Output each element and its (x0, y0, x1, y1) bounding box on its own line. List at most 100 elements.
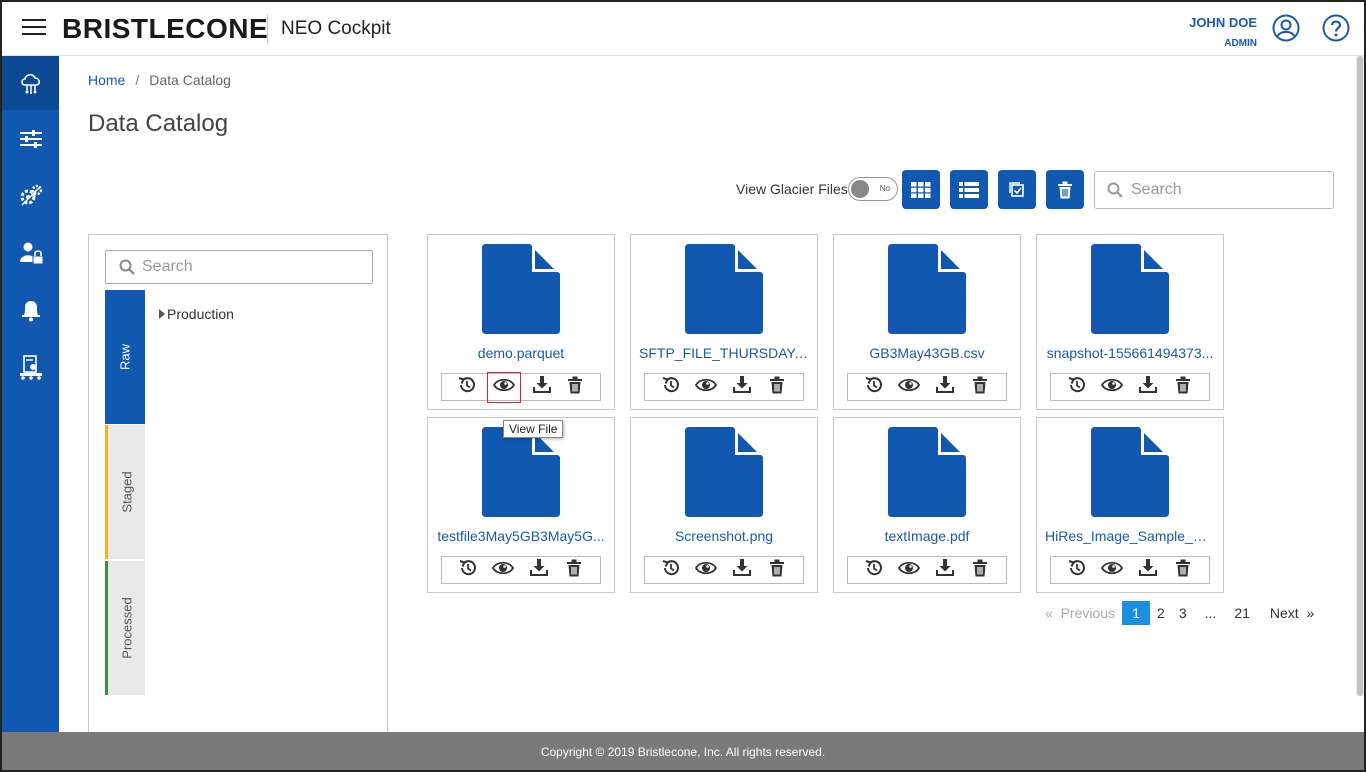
version-history-button[interactable] (1065, 558, 1089, 582)
list-icon (959, 181, 979, 198)
page-2[interactable]: 2 (1150, 601, 1172, 625)
page-1[interactable]: 1 (1122, 601, 1151, 625)
download-icon (732, 558, 752, 583)
version-history-button[interactable] (862, 558, 886, 582)
previous-label: Previous (1060, 605, 1116, 621)
view-file-button[interactable] (491, 558, 515, 582)
delete-file-button[interactable] (968, 375, 992, 399)
sidebar-item-user-management[interactable] (2, 226, 59, 280)
sidebar-item-configuration[interactable] (2, 169, 59, 223)
select-all-button[interactable] (998, 170, 1036, 209)
delete-file-button[interactable] (1171, 375, 1195, 399)
glacier-files-toggle[interactable]: No (848, 177, 898, 201)
grid-view-button[interactable] (902, 170, 940, 209)
file-icon[interactable] (888, 244, 966, 334)
pagination-previous[interactable]: « Previous (1038, 601, 1122, 625)
delete-file-button[interactable] (562, 558, 586, 582)
file-icon[interactable] (1091, 427, 1169, 517)
download-icon (935, 375, 955, 400)
download-file-button[interactable] (530, 375, 554, 399)
version-history-button[interactable] (456, 558, 480, 582)
download-file-button[interactable] (730, 558, 754, 582)
file-icon[interactable] (1091, 244, 1169, 334)
tree-search (105, 250, 373, 284)
history-icon (864, 558, 884, 583)
sidebar-item-notifications[interactable] (2, 283, 59, 337)
file-name[interactable]: Screenshot.png (639, 528, 809, 544)
sidebar-item-data-lake[interactable] (2, 56, 59, 110)
file-card[interactable]: SFTP_FILE_THURSDAY.csv (630, 234, 818, 410)
eye-icon (493, 377, 516, 398)
sidebar-item-processing[interactable] (2, 340, 59, 394)
tab-staged[interactable]: Staged (105, 425, 145, 559)
download-file-button[interactable] (933, 558, 957, 582)
file-name[interactable]: testfile3May5GB3May5G... (436, 528, 606, 544)
download-file-button[interactable] (933, 375, 957, 399)
delete-file-button[interactable] (968, 558, 992, 582)
file-name[interactable]: SFTP_FILE_THURSDAY.csv (639, 345, 809, 361)
vertical-scrollbar[interactable] (1356, 56, 1364, 696)
history-icon (1067, 375, 1087, 400)
page-3[interactable]: 3 (1172, 601, 1194, 625)
delete-file-button[interactable] (765, 375, 789, 399)
delete-file-button[interactable] (563, 375, 587, 399)
user-avatar-icon[interactable] (1272, 14, 1300, 42)
version-history-button[interactable] (659, 375, 683, 399)
menu-icon[interactable] (22, 19, 46, 37)
file-card[interactable]: textImage.pdf (833, 417, 1021, 593)
delete-file-button[interactable] (1171, 558, 1195, 582)
view-file-button[interactable] (487, 371, 522, 403)
file-card[interactable]: Screenshot.png (630, 417, 818, 593)
brand-logo[interactable]: BRISTLECONE (62, 13, 268, 45)
file-icon[interactable] (888, 427, 966, 517)
file-name[interactable]: snapshot-155661494373... (1045, 345, 1215, 361)
file-name[interactable]: demo.parquet (436, 345, 606, 361)
download-file-button[interactable] (1136, 375, 1160, 399)
view-file-button[interactable] (694, 375, 718, 399)
file-icon[interactable] (482, 427, 560, 517)
tree-search-input[interactable] (142, 258, 362, 276)
version-history-button[interactable] (659, 558, 683, 582)
file-card[interactable]: testfile3May5GB3May5G... (427, 417, 615, 593)
view-file-button[interactable] (1100, 375, 1124, 399)
help-icon[interactable] (1322, 14, 1350, 42)
file-card[interactable]: HiRes_Image_Sample_PD... (1036, 417, 1224, 593)
file-icon[interactable] (482, 244, 560, 334)
view-file-button[interactable] (897, 558, 921, 582)
view-file-button[interactable] (1100, 558, 1124, 582)
file-icon[interactable] (685, 427, 763, 517)
file-card[interactable]: GB3May43GB.csv (833, 234, 1021, 410)
file-card[interactable]: demo.parquet (427, 234, 615, 410)
user-name[interactable]: JOHN DOE (1189, 15, 1257, 30)
list-view-button[interactable] (950, 170, 988, 209)
tree-node-production[interactable]: Production (159, 306, 234, 322)
download-file-button[interactable] (1136, 558, 1160, 582)
breadcrumb-home-link[interactable]: Home (88, 72, 125, 88)
delete-file-button[interactable] (765, 558, 789, 582)
file-name[interactable]: HiRes_Image_Sample_PD... (1045, 528, 1215, 544)
download-icon (935, 558, 955, 583)
trash-icon (1175, 559, 1191, 582)
tab-processed[interactable]: Processed (105, 561, 145, 695)
tab-raw[interactable]: Raw (105, 290, 145, 424)
file-name[interactable]: textImage.pdf (842, 528, 1012, 544)
file-name[interactable]: GB3May43GB.csv (842, 345, 1012, 361)
breadcrumb-current: Data Catalog (149, 72, 231, 88)
version-history-button[interactable] (1065, 375, 1089, 399)
version-history-button[interactable] (455, 375, 479, 399)
checkbox-stack-icon (1009, 181, 1024, 197)
file-icon[interactable] (685, 244, 763, 334)
bulk-delete-button[interactable] (1046, 170, 1084, 209)
pagination-next[interactable]: Next » (1263, 601, 1321, 625)
version-history-button[interactable] (862, 375, 886, 399)
file-card[interactable]: snapshot-155661494373... (1036, 234, 1224, 410)
scrollbar-thumb[interactable] (1357, 56, 1363, 696)
history-icon (458, 558, 478, 583)
sidebar-item-pipelines[interactable] (2, 112, 59, 166)
view-file-button[interactable] (897, 375, 921, 399)
download-file-button[interactable] (527, 558, 551, 582)
page-21[interactable]: 21 (1227, 601, 1257, 625)
catalog-search-input[interactable] (1131, 181, 1326, 199)
view-file-button[interactable] (694, 558, 718, 582)
download-file-button[interactable] (730, 375, 754, 399)
